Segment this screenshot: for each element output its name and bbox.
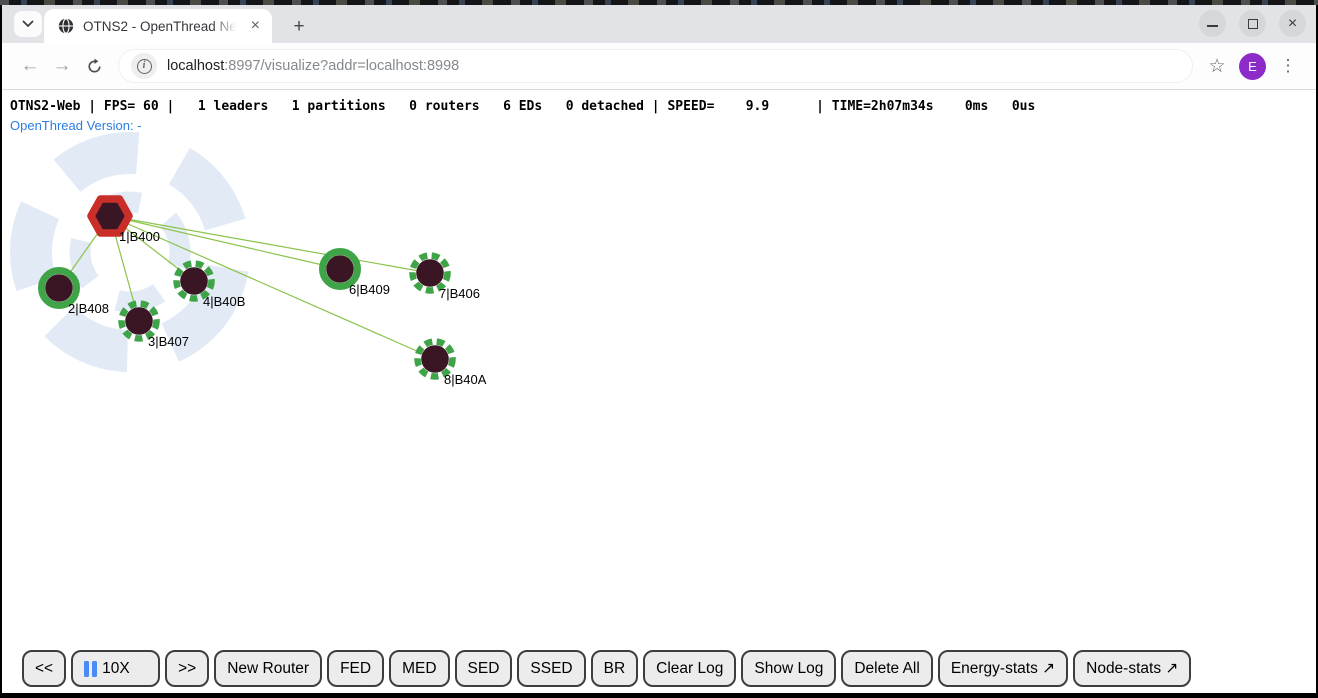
globe-favicon-icon: [58, 18, 74, 34]
node-label: 8|B40A: [444, 372, 487, 387]
back-button[interactable]: ←: [14, 50, 46, 82]
simulator-status-line: OTNS2-Web | FPS= 60 | 1 leaders 1 partit…: [10, 99, 1035, 114]
navigation-bar: ← → i localhost:8997/visualize?addr=loca…: [2, 43, 1316, 90]
page-content: OTNS2-Web | FPS= 60 | 1 leaders 1 partit…: [2, 90, 1316, 693]
toolbar-button-energy-stats[interactable]: Energy-stats ↗: [938, 650, 1068, 687]
toolbar-button-med[interactable]: MED: [389, 650, 449, 687]
network-node[interactable]: [421, 345, 449, 373]
kebab-menu-icon: ⋮: [1280, 56, 1297, 76]
minimize-icon: [1207, 25, 1218, 27]
network-node[interactable]: [416, 259, 444, 287]
simulator-toolbar: << 10X >> New Router FED MED SED SSED BR Clear Lo…: [22, 650, 1191, 687]
close-icon: ×: [1288, 16, 1297, 32]
info-icon: i: [137, 59, 152, 74]
node-label: 7|B406: [439, 286, 480, 301]
toolbar-button-br[interactable]: BR: [591, 650, 639, 687]
node-label: 1|B400: [119, 229, 160, 244]
toolbar-button-label: SSED: [530, 660, 572, 678]
close-button[interactable]: ×: [1279, 10, 1306, 37]
pause-icon: [84, 661, 97, 677]
node-label: 4|B40B: [203, 294, 245, 309]
toolbar-button-label: 10X: [102, 660, 130, 678]
toolbar-button-new-router[interactable]: New Router: [214, 650, 322, 687]
url-host: localhost: [167, 58, 224, 74]
chevron-down-icon: [22, 20, 34, 28]
node-label: 2|B408: [68, 301, 109, 316]
tab-search-button[interactable]: [14, 11, 42, 37]
url-text: localhost:8997/visualize?addr=localhost:…: [167, 58, 459, 74]
network-node-leader[interactable]: [91, 199, 129, 233]
toolbar-button-speed[interactable]: 10X: [71, 650, 160, 687]
toolbar-button-label: <<: [35, 660, 53, 678]
toolbar-button-label: FED: [340, 660, 371, 678]
network-node[interactable]: [326, 255, 354, 283]
site-info-button[interactable]: i: [131, 53, 157, 79]
toolbar-button-fed[interactable]: FED: [327, 650, 384, 687]
watermark-logo: [2, 123, 259, 381]
browser-tab[interactable]: OTNS2 - OpenThread Ne ×: [44, 9, 272, 43]
star-icon: ☆: [1208, 55, 1225, 78]
toolbar-button-label: Show Log: [754, 660, 823, 678]
toolbar-button-label: Clear Log: [656, 660, 723, 678]
window-controls: ×: [1199, 10, 1306, 37]
reload-icon: [86, 58, 103, 75]
reload-button[interactable]: [78, 50, 110, 82]
node-label: 3|B407: [148, 334, 189, 349]
maximize-button[interactable]: [1239, 10, 1266, 37]
browser-menu-button[interactable]: ⋮: [1272, 50, 1304, 82]
network-node[interactable]: [125, 307, 153, 335]
browser-window: OTNS2 - OpenThread Ne × + × ← → i localh…: [2, 5, 1316, 693]
toolbar-button-rewind[interactable]: <<: [22, 650, 66, 687]
network-canvas[interactable]: 1|B400 2|B408 3|B407 4|B40B 6|B409 7|B406 8|B4…: [2, 90, 1316, 646]
url-path: :8997/visualize?addr=localhost:8998: [224, 58, 459, 74]
toolbar-button-node-stats[interactable]: Node-stats ↗: [1073, 650, 1191, 687]
network-edge: [110, 216, 430, 273]
forward-button[interactable]: →: [46, 50, 78, 82]
back-icon: ←: [21, 55, 40, 77]
toolbar-button-show-log[interactable]: Show Log: [741, 650, 836, 687]
toolbar-button-label: New Router: [227, 660, 309, 678]
bookmark-button[interactable]: ☆: [1201, 50, 1233, 82]
tab-close-icon[interactable]: ×: [249, 18, 262, 34]
toolbar-button-label: Delete All: [854, 660, 919, 678]
toolbar-button-label: >>: [178, 660, 196, 678]
node-label: 6|B409: [349, 282, 390, 297]
network-node[interactable]: [180, 267, 208, 295]
toolbar-button-label: Energy-stats ↗: [951, 659, 1055, 678]
profile-avatar[interactable]: E: [1239, 53, 1266, 80]
toolbar-button-label: BR: [604, 660, 626, 678]
toolbar-button-label: SED: [468, 660, 500, 678]
new-tab-button[interactable]: +: [286, 14, 312, 40]
toolbar-button-sed[interactable]: SED: [455, 650, 513, 687]
toolbar-button-ssed[interactable]: SSED: [517, 650, 585, 687]
network-node[interactable]: [45, 274, 73, 302]
maximize-icon: [1248, 19, 1258, 29]
toolbar-button-label: MED: [402, 660, 436, 678]
tab-strip: OTNS2 - OpenThread Ne × + ×: [2, 5, 1316, 43]
address-bar[interactable]: i localhost:8997/visualize?addr=localhos…: [118, 49, 1193, 83]
toolbar-button-forward[interactable]: >>: [165, 650, 209, 687]
toolbar-button-clear-log[interactable]: Clear Log: [643, 650, 736, 687]
toolbar-button-delete-all[interactable]: Delete All: [841, 650, 932, 687]
minimize-button[interactable]: [1199, 10, 1226, 37]
toolbar-button-label: Node-stats ↗: [1086, 659, 1178, 678]
tab-title: OTNS2 - OpenThread Ne: [83, 19, 240, 34]
forward-icon: →: [53, 55, 72, 77]
openthread-version-label: OpenThread Version: -: [10, 118, 142, 133]
